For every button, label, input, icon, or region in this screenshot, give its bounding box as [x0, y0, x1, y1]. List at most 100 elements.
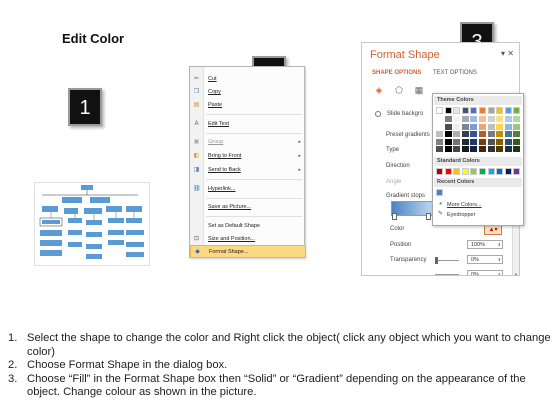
color-swatch[interactable]	[461, 138, 469, 145]
color-swatch[interactable]	[470, 123, 478, 130]
color-swatch[interactable]	[444, 138, 452, 145]
color-swatch[interactable]	[496, 138, 504, 145]
menu-item-save-as-picture[interactable]: Save as Picture...	[190, 201, 306, 214]
size-properties-icon[interactable]: ▦	[414, 85, 424, 95]
color-swatch[interactable]	[496, 116, 504, 122]
slide-background-radio[interactable]	[375, 111, 381, 117]
menu-item-hyperlink[interactable]: ⛓ Hyperlink...	[190, 183, 306, 196]
menu-item-group[interactable]: ▣ Group ▸	[190, 136, 306, 149]
color-swatch[interactable]	[470, 131, 478, 137]
color-swatch[interactable]	[470, 107, 478, 114]
color-swatch[interactable]	[461, 123, 469, 130]
color-swatch[interactable]	[453, 146, 461, 152]
brightness-spinner[interactable]: 0% ⬍	[467, 270, 503, 275]
color-swatch[interactable]	[436, 168, 443, 175]
scroll-down-icon[interactable]: ▼	[513, 272, 519, 275]
color-swatch[interactable]	[461, 146, 469, 152]
color-swatch[interactable]	[470, 138, 478, 145]
menu-item-copy[interactable]: ❐ Copy	[190, 86, 306, 99]
color-swatch[interactable]	[444, 123, 452, 130]
color-swatch[interactable]	[444, 168, 452, 175]
color-swatch[interactable]	[496, 146, 504, 152]
color-swatch[interactable]	[479, 138, 486, 145]
color-swatch[interactable]	[487, 146, 495, 152]
gradient-stop-handle[interactable]	[392, 213, 397, 220]
color-swatch[interactable]	[436, 107, 443, 114]
color-swatch[interactable]	[453, 138, 461, 145]
transparency-spinner[interactable]: 0% ⬍	[467, 255, 503, 264]
color-swatch[interactable]	[504, 107, 512, 114]
color-swatch[interactable]	[453, 107, 461, 114]
color-swatch[interactable]	[453, 168, 461, 175]
color-swatch[interactable]	[479, 107, 486, 114]
menu-item-send-to-back[interactable]: ◨ Send to Back ▸	[190, 164, 306, 177]
color-swatch[interactable]	[496, 131, 504, 137]
color-swatch[interactable]	[461, 116, 469, 122]
color-swatch[interactable]	[470, 146, 478, 152]
color-swatch[interactable]	[504, 116, 512, 122]
color-swatch[interactable]	[513, 116, 521, 122]
menu-item-cut[interactable]: ✂ Cut	[190, 73, 306, 86]
color-swatch[interactable]	[504, 123, 512, 130]
color-swatch[interactable]	[496, 107, 504, 114]
color-swatch[interactable]	[487, 123, 495, 130]
eyedropper-button[interactable]: Eyedropper	[447, 212, 475, 218]
color-swatch[interactable]	[453, 116, 461, 122]
transparency-slider[interactable]	[435, 260, 459, 261]
position-spinner[interactable]: 100% ⬍	[467, 240, 503, 249]
color-swatch[interactable]	[504, 138, 512, 145]
color-swatch[interactable]	[504, 146, 512, 152]
color-swatch[interactable]	[436, 138, 443, 145]
fill-line-icon[interactable]: ◈	[374, 85, 384, 95]
color-swatch[interactable]	[436, 146, 443, 152]
color-swatch[interactable]	[436, 123, 443, 130]
tab-shape-options[interactable]: SHAPE OPTIONS	[372, 70, 421, 76]
color-swatch[interactable]	[513, 138, 521, 145]
menu-item-edit-text[interactable]: A Edit Text	[190, 118, 306, 131]
color-swatch[interactable]	[513, 107, 521, 114]
color-swatch[interactable]	[461, 107, 469, 114]
more-colors-link[interactable]: More Colors...	[447, 202, 482, 208]
color-swatch[interactable]	[444, 146, 452, 152]
color-swatch[interactable]	[487, 138, 495, 145]
menu-item-paste[interactable]: ▤ Paste	[190, 99, 306, 112]
color-swatch[interactable]	[504, 168, 512, 175]
color-swatch[interactable]	[513, 146, 521, 152]
color-swatch[interactable]	[487, 116, 495, 122]
color-swatch[interactable]	[470, 116, 478, 122]
flowchart-thumbnail[interactable]	[34, 182, 150, 266]
color-swatch[interactable]	[487, 131, 495, 137]
color-swatch[interactable]	[479, 146, 486, 152]
brightness-slider[interactable]	[435, 274, 459, 275]
color-swatch[interactable]	[461, 131, 469, 137]
close-icon[interactable]: ✕	[507, 49, 514, 58]
color-swatch[interactable]	[461, 168, 469, 175]
color-swatch[interactable]	[513, 131, 521, 137]
color-swatch[interactable]	[496, 168, 504, 175]
color-swatch[interactable]	[479, 168, 486, 175]
color-swatch[interactable]	[513, 123, 521, 130]
color-swatch[interactable]	[453, 123, 461, 130]
color-swatch[interactable]	[444, 107, 452, 114]
color-swatch[interactable]	[479, 131, 486, 137]
gradient-stop-handle[interactable]	[426, 213, 431, 220]
color-swatch[interactable]	[496, 123, 504, 130]
color-swatch[interactable]	[470, 168, 478, 175]
color-swatch[interactable]	[444, 116, 452, 122]
color-swatch[interactable]	[513, 168, 521, 175]
menu-item-set-default-shape[interactable]: Set as Default Shape	[190, 220, 306, 233]
color-swatch[interactable]	[479, 116, 486, 122]
color-swatch[interactable]	[436, 116, 443, 122]
color-swatch[interactable]	[436, 189, 443, 196]
dropdown-icon[interactable]: ▾	[501, 49, 505, 58]
effects-icon[interactable]: ⬠	[394, 85, 404, 95]
transparency-slider-thumb[interactable]	[435, 257, 438, 264]
color-swatch[interactable]	[444, 131, 452, 137]
color-swatch[interactable]	[504, 131, 512, 137]
tab-text-options[interactable]: TEXT OPTIONS	[433, 70, 477, 76]
menu-item-bring-to-front[interactable]: ◧ Bring to Front ▸	[190, 150, 306, 163]
color-swatch[interactable]	[479, 123, 486, 130]
color-swatch[interactable]	[487, 107, 495, 114]
menu-item-format-shape[interactable]: ◆ Format Shape...	[190, 245, 306, 258]
color-swatch[interactable]	[436, 131, 443, 137]
